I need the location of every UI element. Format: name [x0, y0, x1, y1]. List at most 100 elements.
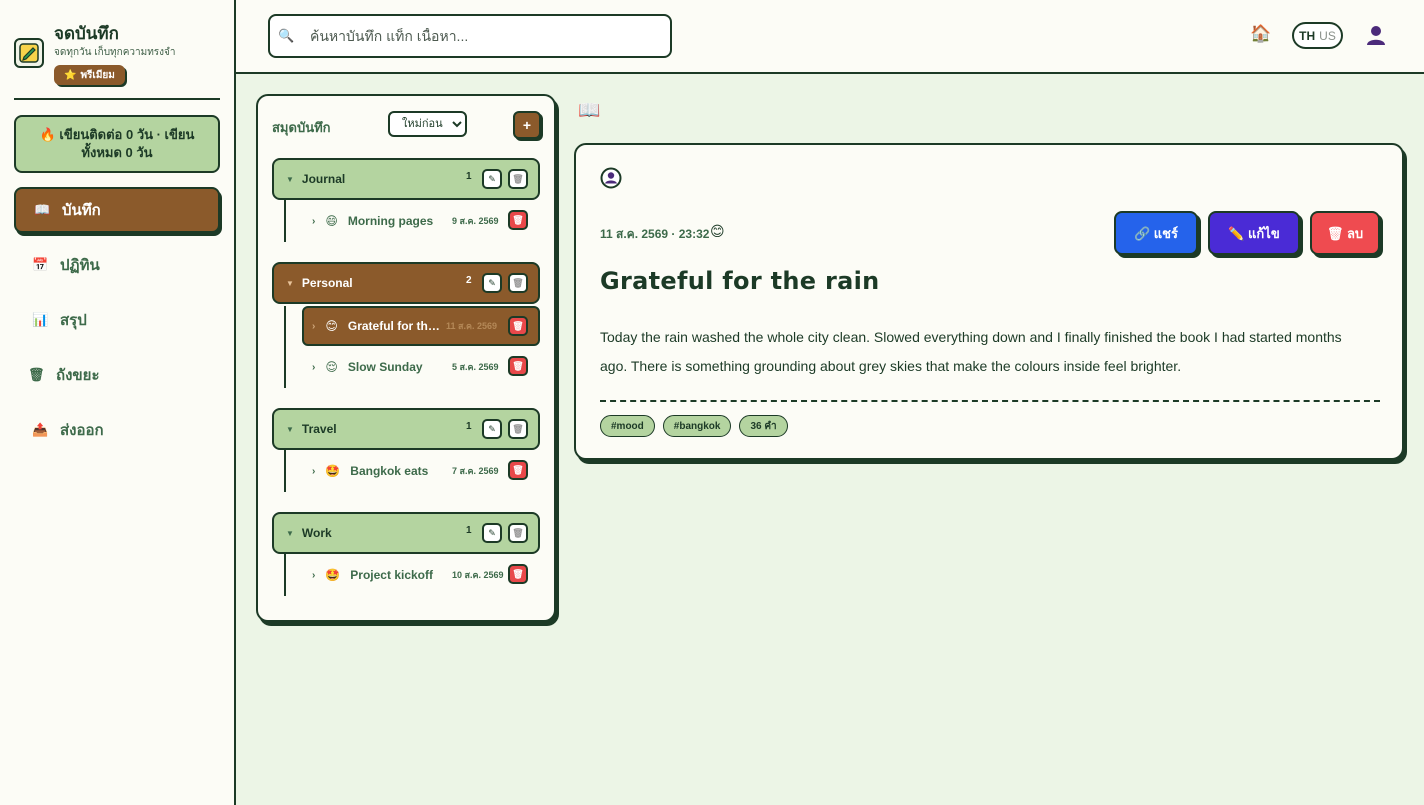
divider	[14, 98, 220, 100]
nav-item-export[interactable]: 📤 ส่งออก	[14, 407, 220, 453]
app-title: จดบันทึก	[54, 24, 119, 44]
note-item[interactable]: › 😌 Slow Sunday 5 ส.ค. 2569 🗑	[286, 346, 540, 388]
notebook-name: Travel	[301, 422, 337, 436]
notebook-name: Personal	[301, 276, 353, 290]
edit-button[interactable]: ✏️ แก้ไข	[1208, 211, 1300, 255]
notebook-notes: › 😊 Grateful for the rain 11 ส.ค. 2569 🗑…	[284, 306, 540, 388]
nav-item-notes[interactable]: 📖 บันทึก	[14, 187, 220, 233]
chevron-down-icon[interactable]: ▼	[286, 425, 294, 434]
home-icon[interactable]: 🏠	[1250, 24, 1272, 46]
tag-chip[interactable]: #bangkok	[662, 415, 732, 437]
premium-label: พรีเมียม	[80, 69, 115, 81]
nav-label: สรุป	[60, 312, 87, 329]
trash-icon[interactable]: 🗑	[508, 523, 528, 543]
mood-emoji: 😄	[325, 214, 338, 228]
user-icon[interactable]	[1365, 24, 1387, 46]
notebook-group: ▼ Journal 1 ✎ 🗑 › 😄 Morning pages 9 ส.ค.…	[272, 158, 540, 242]
delete-note-icon[interactable]: 🗑	[508, 564, 528, 584]
note-date: 9 ส.ค. 2569	[452, 216, 499, 226]
divider	[600, 400, 1380, 402]
premium-badge[interactable]: ⭐ พรีเมียม	[54, 65, 125, 85]
trash-icon[interactable]: 🗑	[508, 169, 528, 189]
edit-pencil-icon[interactable]: ✎	[482, 273, 502, 293]
share-button[interactable]: 🔗 แชร์	[1114, 211, 1198, 255]
delete-note-icon[interactable]: 🗑	[508, 356, 528, 376]
word-count-chip: 36 คำ	[739, 415, 788, 437]
panel-title: สมุดบันทึก	[272, 120, 331, 135]
chevron-right-icon: ›	[312, 215, 316, 227]
top-bar: 🔍 🏠 TH US	[236, 0, 1424, 74]
notebook-header-work[interactable]: ▼ Work 1 ✎ 🗑	[272, 512, 540, 554]
language-toggle[interactable]: TH US	[1292, 22, 1343, 49]
note-item[interactable]: › 🤩 Bangkok eats 7 ส.ค. 2569 🗑	[286, 450, 540, 492]
note-date: 5 ส.ค. 2569	[452, 362, 499, 372]
lang-us: US	[1319, 28, 1336, 43]
nav-label: ถังขยะ	[56, 367, 100, 384]
add-notebook-button[interactable]: +	[513, 111, 541, 139]
delete-button[interactable]: 🗑 ลบ	[1310, 211, 1380, 255]
notebook-notes: › 🤩 Bangkok eats 7 ส.ค. 2569 🗑	[284, 450, 540, 492]
notebook-panel: สมุดบันทึก ใหม่ก่อน + ▼ Journal 1 ✎ 🗑 › …	[256, 94, 556, 622]
delete-note-icon[interactable]: 🗑	[508, 316, 528, 336]
delete-note-icon[interactable]: 🗑	[508, 460, 528, 480]
delete-note-icon[interactable]: 🗑	[508, 210, 528, 230]
chevron-right-icon: ›	[312, 320, 316, 332]
note-item-selected[interactable]: › 😊 Grateful for the rain 11 ส.ค. 2569 🗑	[302, 306, 540, 346]
nav-label: บันทึก	[62, 202, 101, 219]
note-count: 1	[466, 525, 472, 536]
note-title: Slow Sunday	[347, 360, 423, 374]
trash-icon[interactable]: 🗑	[508, 273, 528, 293]
nav-item-calendar[interactable]: 📅 ปฏิทิน	[14, 242, 220, 288]
trash-icon[interactable]: 🗑	[508, 419, 528, 439]
open-book-icon: 📖	[578, 100, 601, 120]
note-datetime: 11 ส.ค. 2569 · 23:32	[600, 227, 710, 241]
notebook-header-travel[interactable]: ▼ Travel 1 ✎ 🗑	[272, 408, 540, 450]
nav-item-trash[interactable]: 🗑 ถังขยะ	[14, 352, 220, 398]
app-subtitle: จดทุกวัน เก็บทุกความทรงจำ	[54, 47, 176, 58]
sort-select[interactable]: ใหม่ก่อน	[388, 111, 467, 137]
note-card: 11 ส.ค. 2569 · 23:32 😊 🔗 แชร์ ✏️ แก้ไข 🗑…	[574, 143, 1404, 460]
edit-pencil-icon[interactable]: ✎	[482, 523, 502, 543]
notebook-group: ▼ Work 1 ✎ 🗑 › 🤩 Project kickoff 10 ส.ค.…	[272, 512, 540, 596]
chevron-down-icon[interactable]: ▼	[286, 279, 294, 288]
bar-chart-icon: 📊	[32, 312, 49, 327]
nav-label: ปฏิทิน	[60, 257, 100, 274]
notebook-notes: › 🤩 Project kickoff 10 ส.ค. 2569 🗑	[284, 554, 540, 596]
trash-icon: 🗑	[28, 367, 45, 382]
mood-emoji: 😊	[710, 223, 725, 239]
note-title: Project kickoff	[350, 568, 433, 582]
note-count: 1	[466, 171, 472, 182]
tag-chip[interactable]: #mood	[600, 415, 655, 437]
note-date: 11 ส.ค. 2569	[446, 321, 498, 331]
streak-line-1: 🔥 เขียนติดต่อ 0 วัน · เขียน	[39, 127, 195, 142]
notebook-group: ▼ Travel 1 ✎ 🗑 › 🤩 Bangkok eats 7 ส.ค. 2…	[272, 408, 540, 492]
chevron-down-icon[interactable]: ▼	[286, 529, 294, 538]
notebook-pencil-icon	[14, 38, 44, 68]
tag-list: #mood #bangkok 36 คำ	[600, 415, 788, 437]
mood-emoji: 🤩	[325, 568, 341, 582]
note-count: 2	[466, 275, 472, 286]
note-title: Bangkok eats	[350, 464, 429, 478]
note-date: 10 ส.ค. 2569	[452, 570, 504, 580]
edit-pencil-icon[interactable]: ✎	[482, 419, 502, 439]
search-box[interactable]: 🔍	[268, 14, 672, 58]
streak-line-2: ทั้งหมด 0 วัน	[81, 145, 153, 160]
notebook-group: ▼ Personal 2 ✎ 🗑 › 😊 Grateful for the ra…	[272, 262, 540, 388]
streak-card: 🔥 เขียนติดต่อ 0 วัน · เขียน ทั้งหมด 0 วั…	[14, 115, 220, 173]
mood-emoji: 😊	[325, 319, 338, 333]
chevron-down-icon[interactable]: ▼	[286, 175, 294, 184]
note-item[interactable]: › 😄 Morning pages 9 ส.ค. 2569 🗑	[286, 200, 540, 242]
note-item[interactable]: › 🤩 Project kickoff 10 ส.ค. 2569 🗑	[286, 554, 540, 596]
search-input[interactable]	[310, 28, 650, 44]
book-icon: 📖	[34, 202, 51, 217]
nav-item-summary[interactable]: 📊 สรุป	[14, 297, 220, 343]
notebook-header-personal[interactable]: ▼ Personal 2 ✎ 🗑	[272, 262, 540, 304]
notebook-header-journal[interactable]: ▼ Journal 1 ✎ 🗑	[272, 158, 540, 200]
note-title: Morning pages	[347, 214, 434, 228]
edit-pencil-icon[interactable]: ✎	[482, 169, 502, 189]
note-count: 1	[466, 421, 472, 432]
mood-emoji: 🤩	[325, 464, 341, 478]
mood-emoji: 😌	[325, 360, 338, 374]
note-title: Grateful for the rain	[600, 267, 880, 295]
calendar-icon: 📅	[32, 257, 49, 272]
